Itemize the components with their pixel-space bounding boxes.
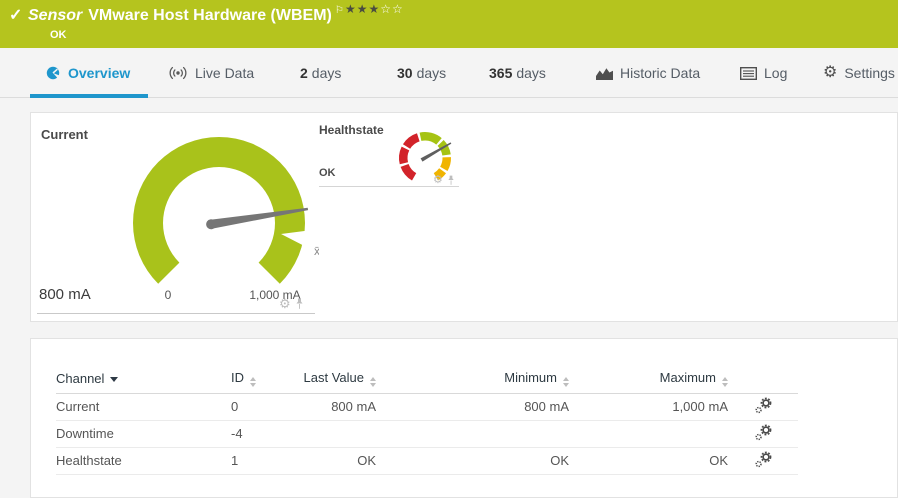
minimum-cell: 800 mA — [376, 393, 569, 421]
flag-icon: ⚐ — [334, 5, 344, 16]
last-value-cell — [301, 420, 376, 448]
minimum-cell: OK — [376, 447, 569, 475]
object-kind-label: Sensor — [28, 7, 83, 24]
area-chart-icon — [596, 67, 613, 80]
column-header-id[interactable]: ID — [231, 365, 301, 394]
channels-table: Channel ID Last Value Minimum Maximum Cu… — [56, 365, 798, 475]
column-header-maximum[interactable]: Maximum — [569, 365, 728, 394]
column-header-minimum[interactable]: Minimum — [376, 365, 569, 394]
channel-name-cell[interactable]: Current — [56, 393, 231, 421]
column-header-last-value[interactable]: Last Value — [301, 365, 376, 394]
healthstate-value-label: OK — [319, 167, 336, 179]
tab-overview[interactable]: Overview — [45, 48, 130, 98]
tab-label: days — [416, 65, 447, 81]
table-row: Healthstate 1 OK OK OK — [56, 447, 798, 475]
tab-label: days — [516, 65, 546, 81]
gauge-settings-gear-icon[interactable]: ⚙ — [433, 175, 443, 186]
tab-label: Log — [764, 65, 788, 81]
gauge-scale-min: 0 — [164, 288, 172, 302]
channel-id-cell: -4 — [231, 420, 301, 448]
tab-live-data[interactable]: Live Data — [168, 48, 254, 98]
maximum-cell: OK — [569, 447, 728, 475]
average-marker-label: x̄ — [314, 244, 319, 258]
sort-desc-icon — [110, 377, 119, 383]
tab-label: Historic Data — [620, 65, 701, 81]
gauge-title-current: Current — [41, 127, 88, 142]
broadcast-icon — [169, 66, 187, 80]
sensor-status-badge: OK — [50, 29, 67, 41]
gauge-settings-gear-icon[interactable]: ⚙ — [279, 297, 291, 310]
tab-2-days[interactable]: 2 days — [300, 48, 341, 98]
minimum-cell — [376, 420, 569, 448]
column-header-actions — [728, 365, 798, 394]
channel-settings-gears-icon[interactable] — [754, 397, 772, 414]
status-ok-check-icon: ✓ — [9, 7, 23, 24]
channels-table-panel: Channel ID Last Value Minimum Maximum Cu… — [30, 338, 898, 498]
last-value-cell: OK — [301, 447, 376, 475]
channel-settings-gears-icon[interactable] — [754, 424, 772, 441]
tab-label: Overview — [68, 65, 131, 81]
overview-gauges-panel: Current x̄ 0 1,000 mA 800 mA ⚙ Healthsta… — [30, 112, 898, 322]
page-title: Sensor VMware Host Hardware (WBEM) ⚐ — [28, 5, 344, 25]
tab-label: days — [311, 65, 342, 81]
gauge-scale-max: 1,000 mA — [249, 288, 301, 302]
gauge-icon — [46, 66, 60, 80]
current-value-label: 800 mA — [39, 286, 91, 303]
channel-name-cell[interactable]: Healthstate — [56, 447, 231, 475]
gauge-title-healthstate: Healthstate — [319, 123, 384, 137]
table-header-row: Channel ID Last Value Minimum Maximum — [56, 365, 798, 394]
priority-stars-filled: ★★★ — [345, 2, 381, 16]
channel-id-cell: 0 — [231, 393, 301, 421]
last-value-cell: 800 mA — [301, 393, 376, 421]
tab-log[interactable]: Log — [740, 48, 787, 98]
tab-bar: Overview Live Data 2 days 30 days 365 days … — [0, 48, 898, 98]
active-tab-indicator — [30, 94, 148, 98]
pin-icon[interactable] — [295, 298, 304, 310]
sensor-name: VMware Host Hardware (WBEM) — [88, 7, 332, 24]
divider — [319, 186, 459, 187]
sort-icon — [370, 377, 376, 388]
maximum-cell: 1,000 mA — [569, 393, 728, 421]
tab-settings[interactable]: ⚙ Settings — [823, 48, 895, 98]
log-list-icon — [740, 66, 757, 80]
tab-label: Settings — [844, 65, 895, 81]
pin-icon[interactable] — [447, 175, 455, 186]
table-row: Downtime -4 — [56, 420, 798, 448]
priority-stars[interactable]: ★★★☆☆ — [345, 2, 404, 16]
sort-icon — [563, 377, 569, 388]
column-header-channel[interactable]: Channel — [56, 365, 231, 394]
priority-stars-empty: ☆☆ — [380, 2, 404, 16]
divider — [37, 313, 315, 314]
sort-icon — [722, 377, 728, 388]
gear-icon: ⚙ — [823, 64, 838, 81]
tab-historic-data[interactable]: Historic Data — [596, 48, 700, 98]
channel-id-cell: 1 — [231, 447, 301, 475]
channel-name-cell[interactable]: Downtime — [56, 420, 231, 448]
channel-settings-gears-icon[interactable] — [754, 451, 772, 468]
tab-label: Live Data — [195, 65, 255, 81]
table-row: Current 0 800 mA 800 mA 1,000 mA — [56, 393, 798, 421]
sensor-header: ✓ Sensor VMware Host Hardware (WBEM) ⚐ ★★★… — [0, 0, 898, 48]
maximum-cell — [569, 420, 728, 448]
tab-30-days[interactable]: 30 days — [397, 48, 446, 98]
sort-icon — [250, 377, 256, 388]
tab-365-days[interactable]: 365 days — [489, 48, 546, 98]
